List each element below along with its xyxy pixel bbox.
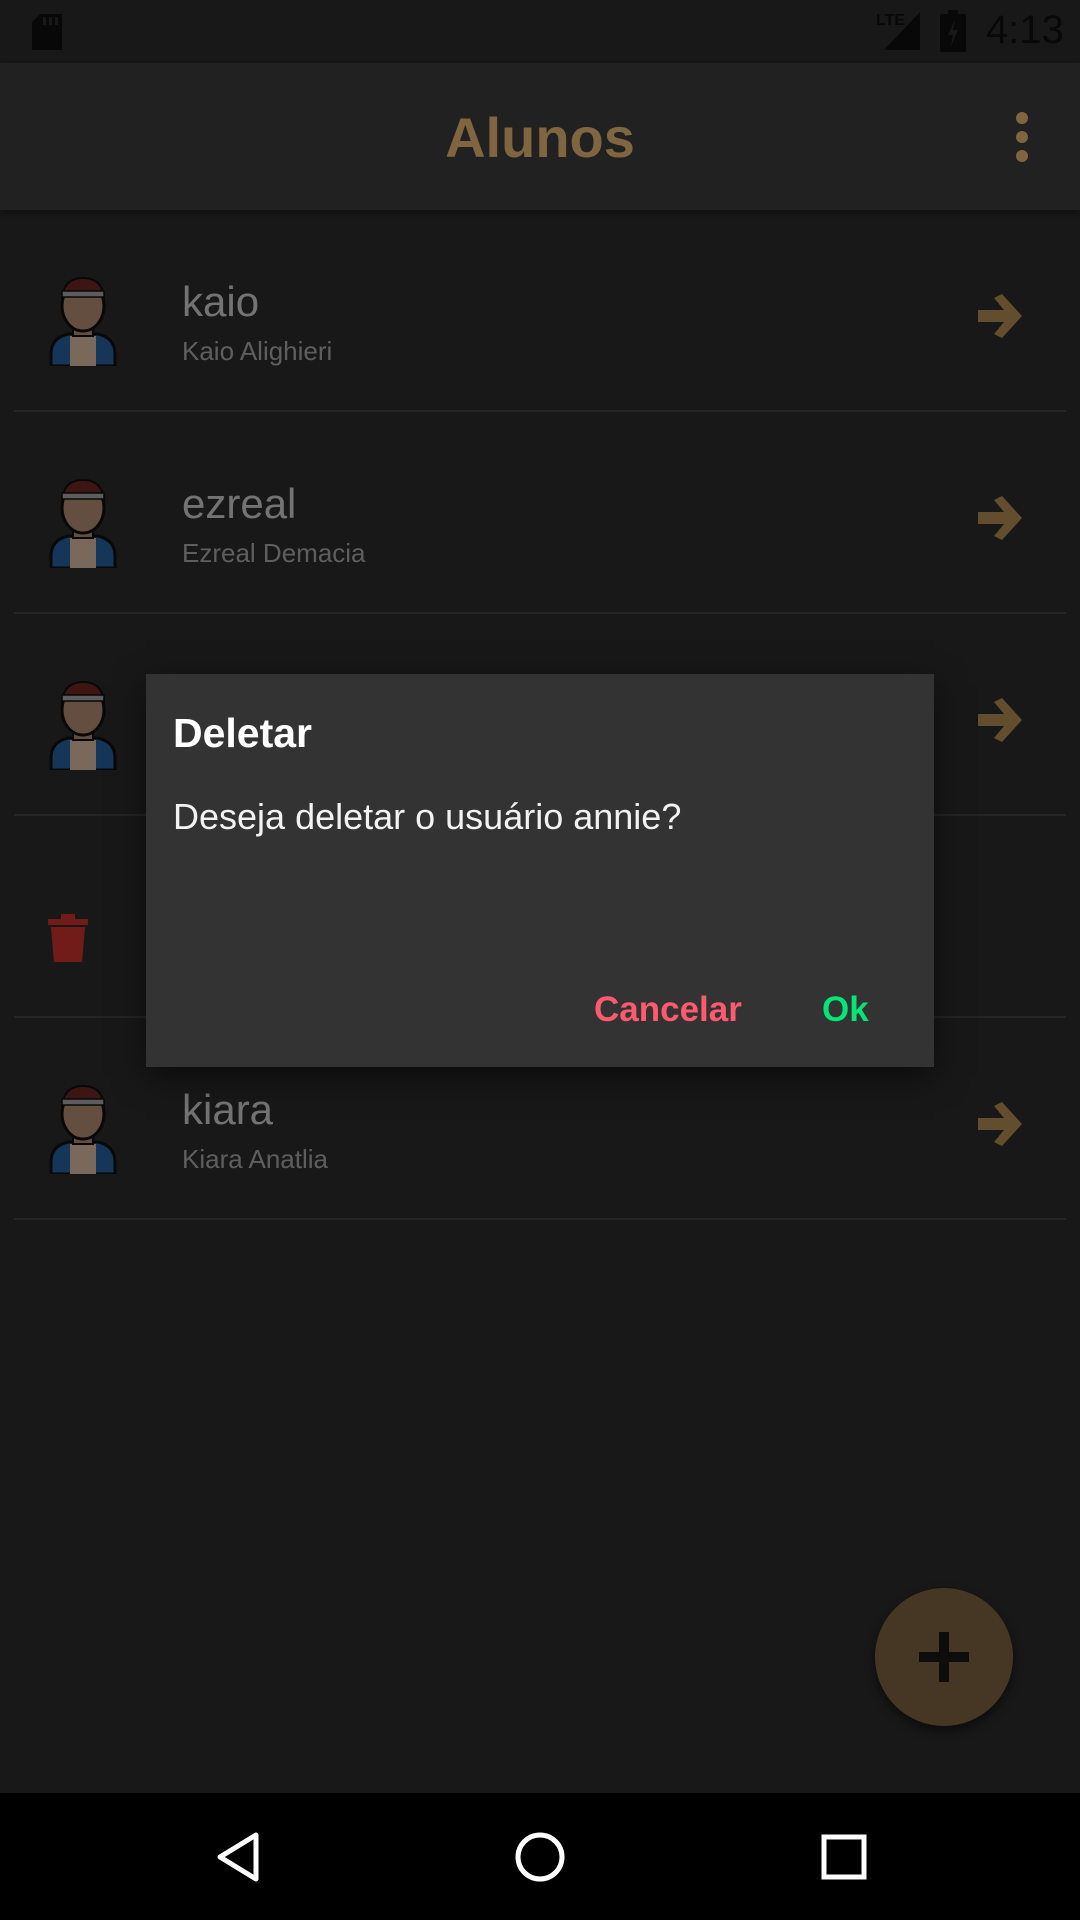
back-icon[interactable] bbox=[212, 1829, 268, 1885]
navigation-bar bbox=[0, 1793, 1080, 1920]
cancel-button[interactable]: Cancelar bbox=[594, 990, 742, 1030]
ok-button[interactable]: Ok bbox=[822, 990, 869, 1030]
recents-icon[interactable] bbox=[816, 1829, 872, 1885]
delete-dialog: Deletar Deseja deletar o usuário annie? … bbox=[146, 674, 934, 1067]
dialog-message: Deseja deletar o usuário annie? bbox=[173, 796, 682, 837]
home-icon[interactable] bbox=[512, 1829, 568, 1885]
dialog-title: Deletar bbox=[173, 710, 313, 756]
